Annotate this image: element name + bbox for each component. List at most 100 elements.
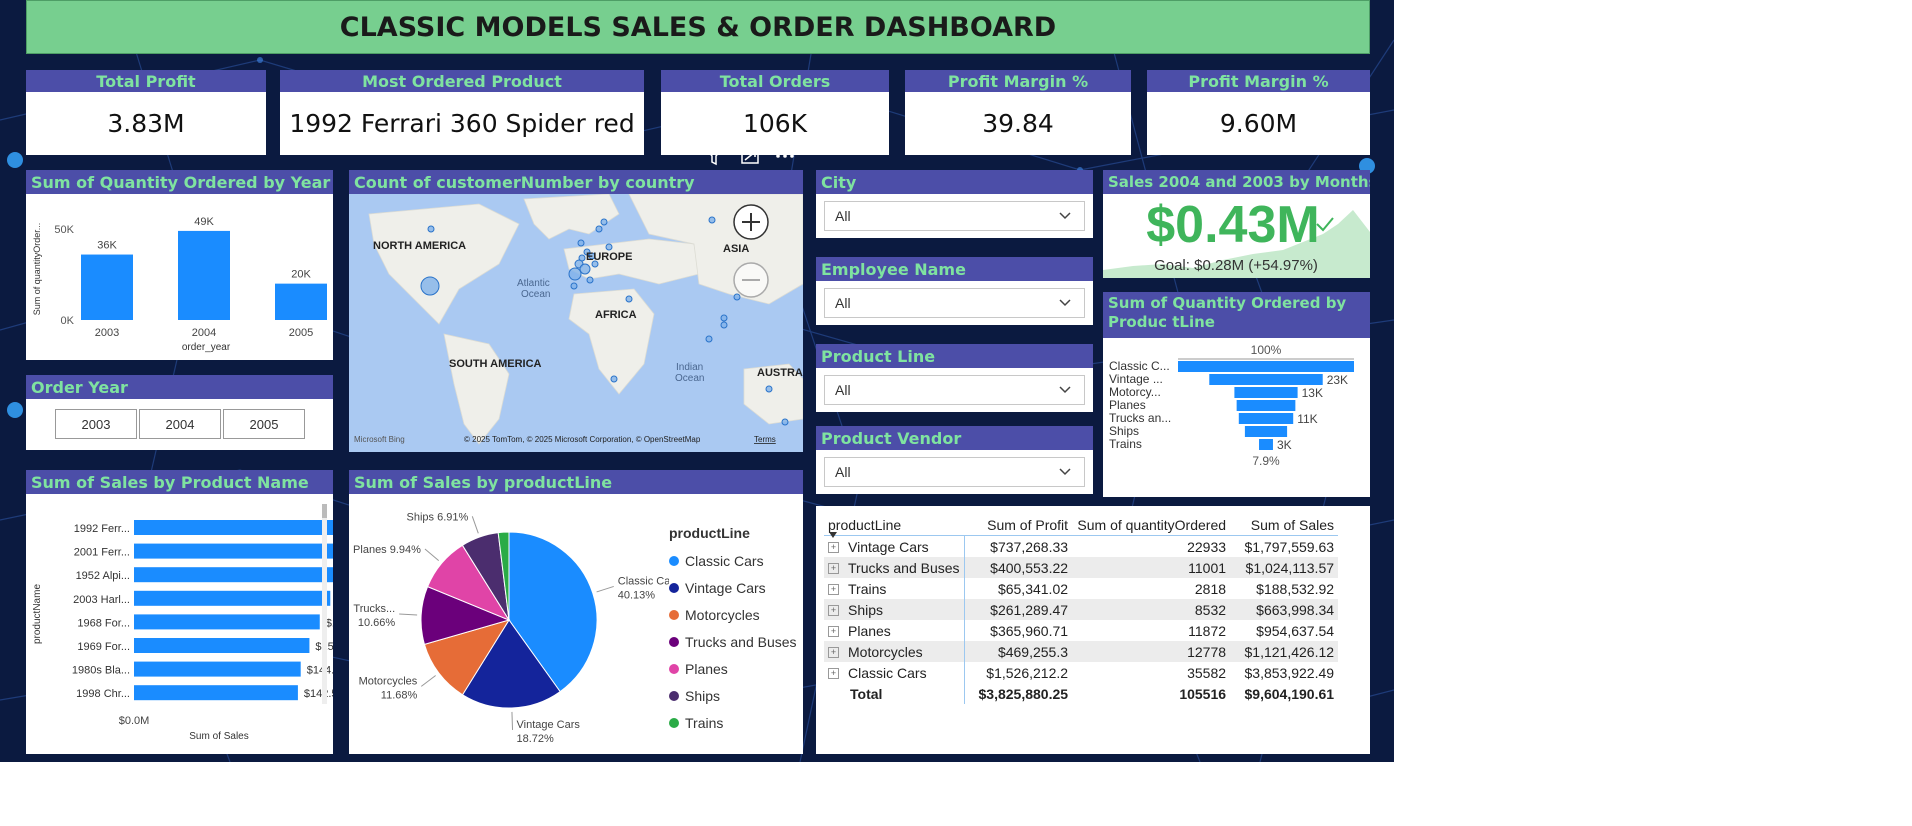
bar[interactable]	[134, 543, 354, 559]
bar[interactable]	[134, 614, 320, 630]
expand-plus-icon[interactable]: +	[828, 563, 839, 575]
table-row[interactable]: + Motorcycles $469,255.3 12778 $1,121,426.12	[824, 641, 1339, 662]
product-vendor-dropdown[interactable]: All	[824, 457, 1085, 487]
matrix-header-sales[interactable]: Sum of Sales	[1230, 514, 1338, 536]
legend-item[interactable]: Trucks and Buses	[669, 628, 799, 655]
row-label: + Motorcycles	[824, 641, 965, 662]
map-svg[interactable]: NORTH AMERICA EUROPE ASIA AFRICA SOUTH A…	[349, 193, 810, 452]
pie-legend: productLine Classic Cars Vintage Cars Moto…	[669, 525, 799, 736]
bar[interactable]	[134, 685, 298, 701]
map-label-south-america: SOUTH AMERICA	[449, 358, 542, 370]
table-row[interactable]: + Classic Cars $1,526,212.2 35582 $3,853,922…	[824, 662, 1338, 683]
zoom-in-icon[interactable]	[733, 204, 769, 240]
funnel-bar[interactable]	[1209, 374, 1323, 385]
cell: $469,255.3	[997, 643, 1069, 660]
bar[interactable]	[134, 520, 453, 535]
filter-icon[interactable]	[704, 147, 724, 166]
expand-plus-icon[interactable]: +	[828, 542, 839, 554]
scrollbar-thumb[interactable]	[322, 504, 327, 518]
sales-by-product-chart: Sum of Sales by Product Name 1992 Ferr..…	[26, 470, 453, 754]
bar[interactable]	[178, 230, 230, 320]
legend-label: Ships	[685, 687, 721, 704]
city-dropdown[interactable]: All	[824, 201, 1085, 231]
chevron-down-icon	[1059, 468, 1071, 476]
dashboard-title: CLASSIC MODELS SALES & ORDER DASHBOARD	[26, 0, 1370, 54]
bar-data-label: $144.96K	[307, 665, 333, 677]
leader-line	[399, 613, 418, 616]
legend-item[interactable]: Classic Cars	[669, 547, 799, 574]
y-tick-label: 2003 Harl...	[73, 594, 130, 606]
selection-handle-left-mid[interactable]	[7, 402, 23, 418]
product-line-slicer: Product Line All	[816, 344, 1093, 412]
funnel-bar[interactable]	[1236, 400, 1296, 411]
bar[interactable]	[134, 638, 310, 653]
x-tick-label: 2005	[289, 327, 313, 339]
funnel-bar[interactable]	[1238, 413, 1294, 424]
bar[interactable]	[275, 283, 327, 320]
y-tick-label: 1952 Alpi...	[76, 570, 130, 582]
qty-by-line-funnel: Sum of Quantity Ordered by Produc tLine …	[1103, 292, 1370, 497]
leader-line	[424, 548, 440, 562]
more-options-icon[interactable]	[776, 154, 794, 158]
map-label-indian: Indian	[676, 362, 703, 373]
legend-item[interactable]: Trains	[669, 709, 799, 736]
expand-plus-icon[interactable]: +	[828, 668, 839, 680]
kpi-label: Profit Margin %	[905, 70, 1131, 92]
employee-name-dropdown[interactable]: All	[824, 288, 1085, 318]
year-button-2005[interactable]: 2005	[223, 409, 305, 439]
cell: $3,853,922.49	[1244, 664, 1335, 681]
legend-item[interactable]: Vintage Cars	[669, 574, 799, 601]
map-attribution: © 2025 TomTom, © 2025 Microsoft Corporat…	[464, 435, 701, 444]
table-row[interactable]: + Trains $65,341.02 2818 $188,532.92	[824, 578, 1338, 599]
matrix-header-quantity[interactable]: Sum of quantityOrdered	[1072, 514, 1230, 536]
expand-plus-icon[interactable]: +	[828, 626, 839, 638]
kpi-label: Total Orders	[661, 70, 889, 92]
map-label-australia: AUSTRAL	[757, 367, 803, 379]
kpi-total-orders: Total Orders 106K	[661, 70, 889, 155]
expand-plus-icon[interactable]: +	[828, 605, 839, 617]
cell: 2818	[1194, 580, 1227, 597]
dropdown-value: All	[835, 464, 851, 480]
bar[interactable]	[134, 661, 301, 677]
slicer-title: Employee Name	[816, 257, 1093, 281]
legend-item[interactable]: Motorcycles	[669, 601, 799, 628]
kpi-label: Profit Margin %	[1147, 70, 1370, 92]
funnel-bar[interactable]	[1259, 439, 1273, 450]
legend-item[interactable]: Planes	[669, 655, 799, 682]
focus-mode-icon[interactable]	[741, 148, 759, 164]
sort-down-icon[interactable]	[829, 532, 837, 538]
cell: 11872	[1188, 622, 1227, 639]
funnel-bar[interactable]	[1178, 361, 1354, 372]
expand-plus-icon[interactable]: +	[828, 584, 839, 596]
funnel-bar[interactable]	[1234, 387, 1298, 398]
table-row[interactable]: + Trucks and Buses $400,553.22 11001 $1,024,…	[824, 557, 1339, 578]
matrix-header-profit[interactable]: Sum of Profit	[964, 514, 1072, 536]
year-button-2003[interactable]: 2003	[55, 409, 137, 439]
legend-label: Motorcycles	[685, 606, 760, 623]
matrix-container: productLine Sum of Profit Sum of quantit…	[824, 514, 1339, 704]
legend-item[interactable]: Ships	[669, 682, 799, 709]
year-button-2004[interactable]: 2004	[139, 409, 221, 439]
expand-plus-icon[interactable]: +	[828, 647, 839, 659]
table-row[interactable]: + Vintage Cars $737,268.33 22933 $1,797,559.…	[824, 535, 1338, 557]
selection-handle-left-top[interactable]	[7, 152, 23, 168]
slicer-title: Order Year	[26, 375, 333, 399]
zoom-out-icon[interactable]	[733, 262, 769, 298]
chevron-down-icon	[1059, 212, 1071, 220]
slicer-title: City	[816, 170, 1093, 194]
bar[interactable]	[134, 590, 331, 606]
table-row[interactable]: + Ships $261,289.47 8532 $663,998.34	[824, 599, 1339, 620]
scrollbar-track[interactable]	[322, 504, 327, 704]
bar[interactable]	[134, 567, 353, 583]
matrix-header-productline[interactable]: productLine	[824, 514, 964, 538]
funnel-bar[interactable]	[1244, 426, 1288, 437]
funnel-svg: 100% Classic C...Vintage ...Motorcy...Pla…	[1109, 343, 1354, 468]
row-label-text: Classic Cars	[848, 664, 927, 681]
cell: $1,526,212.2	[986, 664, 1069, 681]
leader-line	[471, 516, 479, 534]
table-row[interactable]: + Planes $365,960.71 11872 $954,637.54	[824, 620, 1338, 641]
cell: 12778	[1187, 643, 1227, 660]
bar[interactable]	[81, 254, 133, 320]
product-line-dropdown[interactable]: All	[824, 375, 1085, 405]
map-terms-link[interactable]: Terms	[754, 435, 776, 444]
